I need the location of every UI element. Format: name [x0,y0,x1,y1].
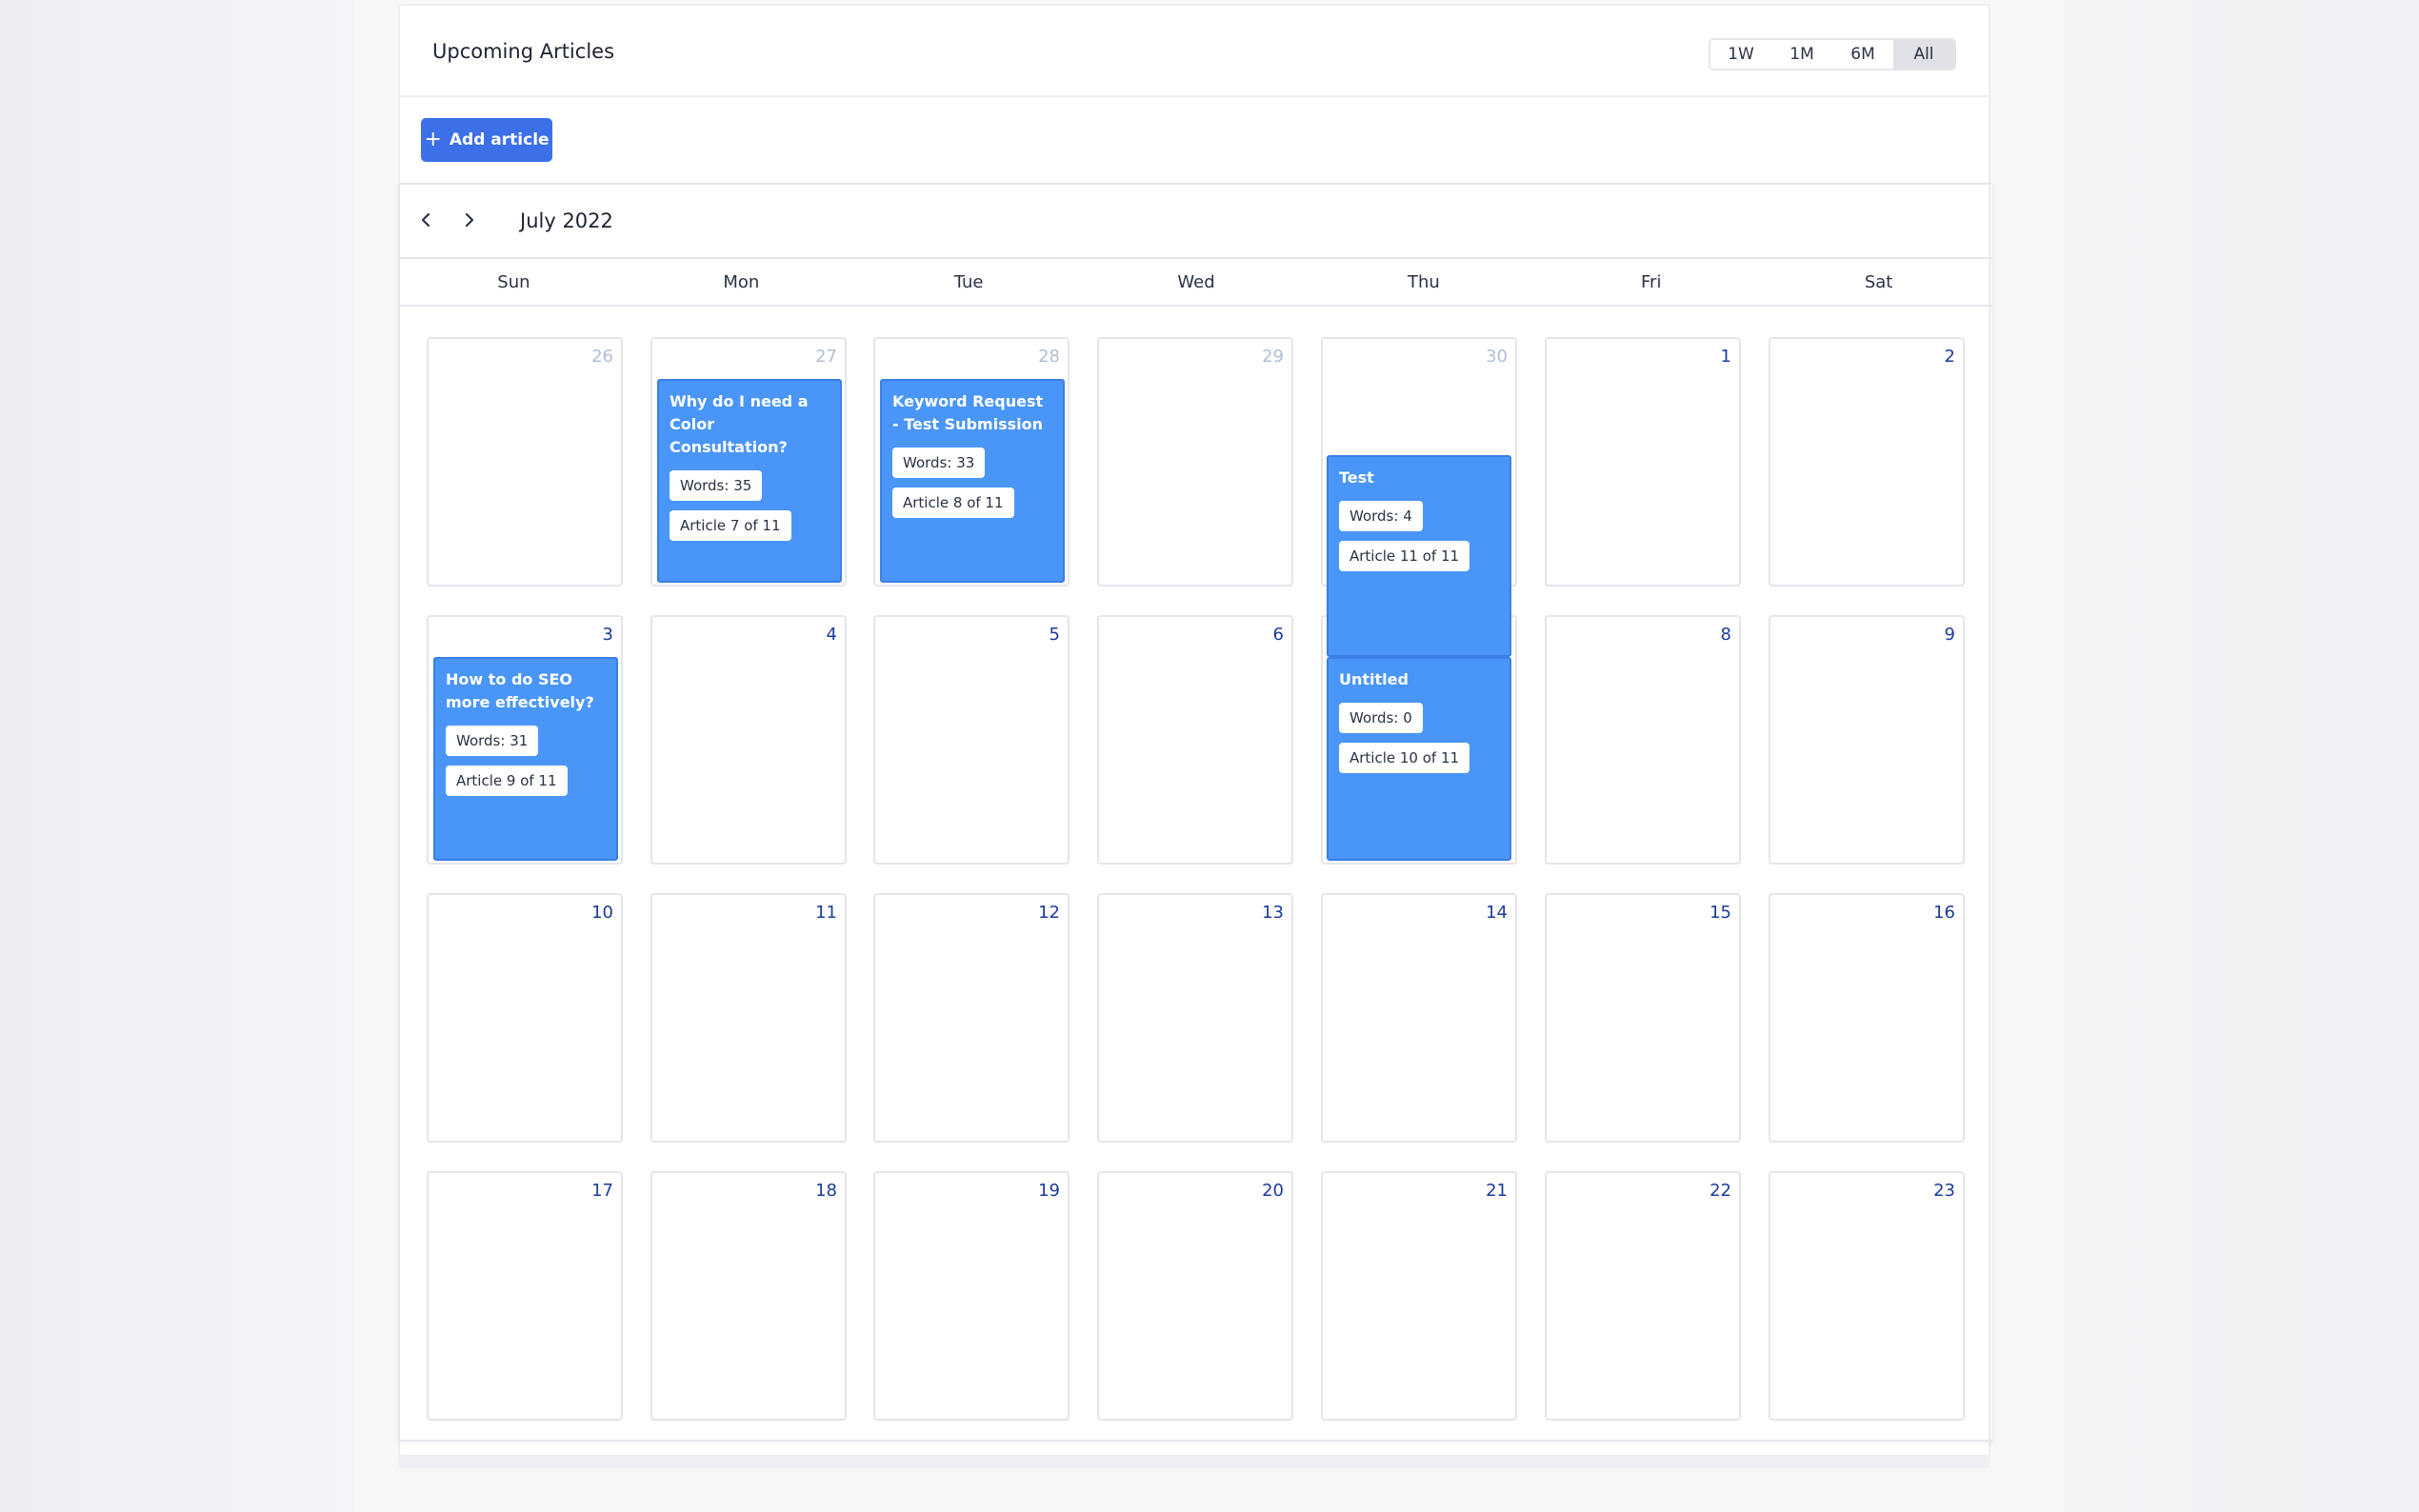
article-title: Untitled [1339,670,1409,688]
day-number: 16 [1933,903,1955,923]
day-number: 13 [1262,903,1284,923]
word-count-badge: Words: 33 [892,448,986,478]
day-number: 18 [815,1181,837,1201]
weekday-sat: Sat [1864,272,1893,292]
day-cell[interactable]: 12 [873,893,1070,1143]
day-cell[interactable]: 10 [427,893,623,1143]
calendar: July 2022 Sun Mon Tue Wed Thu Fri Sat 26… [400,183,1992,1442]
word-count-badge: Words: 35 [670,470,763,501]
day-cell[interactable]: 23 [1769,1171,1965,1421]
day-cell[interactable]: 18 [650,1171,847,1421]
weekday-wed: Wed [1177,272,1215,292]
day-cell[interactable]: 6 [1097,615,1293,865]
day-number: 11 [815,903,837,923]
weekday-sun: Sun [497,272,530,292]
panel-title: Upcoming Articles [432,40,615,63]
day-cell[interactable]: 29 [1097,337,1293,587]
upcoming-articles-panel: Upcoming Articles 1W 1M 6M All + Add art… [398,4,1992,1457]
article-event[interactable]: Why do I need a Color Consultation? Word… [657,379,842,583]
day-cell[interactable]: 26 [427,337,623,587]
article-title: Why do I need a Color Consultation? [670,392,809,456]
day-cell[interactable]: 1 [1545,337,1741,587]
day-number: 12 [1038,903,1060,923]
day-number: 14 [1486,903,1508,923]
article-title: Keyword Request - Test Submission [892,392,1044,433]
day-number: 20 [1262,1181,1284,1201]
day-number: 4 [826,625,837,645]
calendar-nav: July 2022 [400,185,1992,259]
day-number: 26 [591,347,613,367]
day-number: 19 [1038,1181,1060,1201]
day-cell[interactable]: 14 [1321,893,1517,1143]
chevron-right-icon[interactable] [455,206,484,234]
day-cell[interactable]: 11 [650,893,847,1143]
weekday-mon: Mon [723,272,760,292]
day-number: 30 [1486,347,1508,367]
day-cell[interactable]: 15 [1545,893,1741,1143]
day-cell[interactable]: 21 [1321,1171,1517,1421]
add-article-button[interactable]: + Add article [421,118,552,162]
day-number: 15 [1709,903,1731,923]
panel-footer-strip [398,1457,1990,1468]
article-event[interactable]: Test Words: 4 Article 11 of 11 [1327,455,1511,657]
article-index-badge: Article 11 of 11 [1339,541,1470,571]
plus-icon: + [424,128,442,151]
range-1w-button[interactable]: 1W [1710,40,1771,69]
range-1m-button[interactable]: 1M [1771,40,1832,69]
day-number: 21 [1486,1181,1508,1201]
day-number: 8 [1720,625,1731,645]
article-index-badge: Article 8 of 11 [892,487,1014,518]
day-number: 2 [1944,347,1955,367]
range-6m-button[interactable]: 6M [1832,40,1893,69]
day-cell[interactable]: 9 [1769,615,1965,865]
day-number: 6 [1272,625,1284,645]
day-number: 28 [1038,347,1060,367]
day-cell[interactable]: 16 [1769,893,1965,1143]
add-article-label: Add article [449,130,550,149]
word-count-badge: Words: 31 [446,726,539,756]
weekday-fri: Fri [1641,272,1662,292]
day-number: 5 [1049,625,1060,645]
article-index-badge: Article 10 of 11 [1339,743,1470,773]
chevron-left-icon[interactable] [411,206,440,234]
day-cell[interactable]: 22 [1545,1171,1741,1421]
article-index-badge: Article 9 of 11 [446,766,568,796]
day-cell[interactable]: 19 [873,1171,1070,1421]
day-cell[interactable]: 17 [427,1171,623,1421]
weekday-header: Sun Mon Tue Wed Thu Fri Sat [400,261,1992,307]
day-number: 27 [815,347,837,367]
day-number: 29 [1262,347,1284,367]
day-number: 22 [1709,1181,1731,1201]
day-number: 1 [1720,347,1731,367]
article-event[interactable]: Untitled Words: 0 Article 10 of 11 [1327,657,1511,861]
article-event[interactable]: Keyword Request - Test Submission Words:… [880,379,1065,583]
article-index-badge: Article 7 of 11 [670,510,791,541]
range-all-button[interactable]: All [1893,40,1954,69]
day-cell[interactable]: 13 [1097,893,1293,1143]
day-cell[interactable]: 2 [1769,337,1965,587]
day-cell[interactable]: 20 [1097,1171,1293,1421]
day-number: 3 [602,625,613,645]
month-title: July 2022 [520,209,613,232]
word-count-badge: Words: 0 [1339,703,1423,733]
article-title: Test [1339,468,1374,487]
panel-header: Upcoming Articles 1W 1M 6M All [400,6,1989,97]
day-cell[interactable]: 8 [1545,615,1741,865]
word-count-badge: Words: 4 [1339,501,1423,531]
day-number: 17 [591,1181,613,1201]
day-number: 23 [1933,1181,1955,1201]
day-number: 10 [591,903,613,923]
day-cell[interactable]: 5 [873,615,1070,865]
weekday-tue: Tue [953,272,984,292]
article-event[interactable]: How to do SEO more effectively? Words: 3… [433,657,618,861]
weekday-thu: Thu [1407,272,1440,292]
article-title: How to do SEO more effectively? [446,670,594,711]
range-selector: 1W 1M 6M All [1709,38,1956,70]
day-number: 9 [1944,625,1955,645]
day-cell[interactable]: 4 [650,615,847,865]
